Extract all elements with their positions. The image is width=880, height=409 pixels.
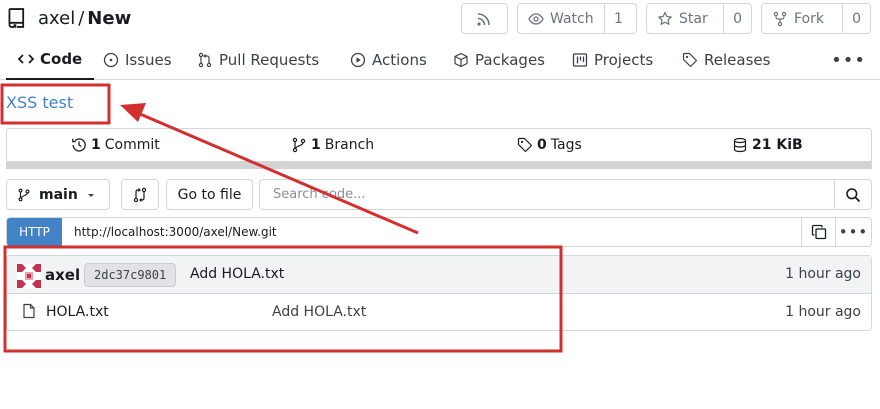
branch-name: main [39,186,78,203]
fork-button[interactable]: Fork [762,4,842,33]
commit-message-link[interactable]: Add HOLA.txt [190,266,284,282]
star-label: Star [679,10,708,27]
tabs-more-icon[interactable]: ••• [831,50,866,71]
repo-size: 21 KiB [752,137,803,153]
copy-icon [811,224,826,240]
fork-button-group: Fork 0 [761,3,871,34]
fork-label: Fork [794,10,824,27]
tab-packages-label: Packages [475,51,545,69]
history-icon [72,138,86,152]
fork-icon [773,11,787,26]
branch-dropdown[interactable]: main [6,179,110,210]
watch-button[interactable]: Watch [518,4,604,33]
tab-releases-label: Releases [704,51,771,69]
copy-button[interactable] [801,218,835,246]
branch-icon [18,188,30,201]
tab-pull-requests[interactable]: Pull Requests [197,40,319,80]
commit-sha-badge[interactable]: 2dc37c9801 [84,263,177,287]
repo-tabs: Code Issues Pull Requests Actions Packag… [0,40,880,80]
search-button[interactable] [834,180,871,209]
repo-owner-link[interactable]: axel [38,8,75,29]
repo-description[interactable]: XSS test [6,93,73,112]
eye-icon [528,12,544,25]
star-button-group: Star 0 [646,3,752,34]
tab-code-label: Code [40,50,83,68]
tab-packages[interactable]: Packages [453,40,545,80]
pull-request-icon [198,52,212,68]
clone-url-field[interactable]: http://localhost:3000/axel/New.git [62,225,801,239]
branches-label: Branch [324,137,375,153]
star-count[interactable]: 0 [723,4,751,33]
compare-icon [133,187,147,202]
star-button[interactable]: Star [647,4,723,33]
file-list: axel 2dc37c9801 Add HOLA.txt 1 hour ago … [6,255,872,331]
watch-button-group: Watch 1 [517,3,637,34]
file-name-link[interactable]: HOLA.txt [46,304,109,320]
project-icon [572,53,588,67]
tab-code[interactable]: Code [6,40,95,80]
latest-commit-row: axel 2dc37c9801 Add HOLA.txt 1 hour ago [7,256,871,294]
repo-icon [8,8,25,29]
package-icon [454,52,468,68]
tab-actions-label: Actions [372,51,427,69]
commits-label: Commit [104,137,160,153]
play-icon [350,52,366,68]
commits-stat[interactable]: 1 Commit [71,129,160,161]
commits-count: 1 [91,137,101,153]
database-icon [733,137,747,153]
table-row: HOLA.txt Add HOLA.txt 1 hour ago [7,294,871,330]
star-icon [658,11,672,25]
repo-name-link[interactable]: New [87,8,131,29]
branch-icon [292,137,306,153]
file-icon [23,303,35,319]
repo-stats: 1 Commit 1 Branch 0 Tags 21 KiB [6,128,872,169]
rss-button[interactable] [461,3,508,34]
tab-projects-label: Projects [594,51,654,69]
fork-count[interactable]: 0 [842,4,870,33]
code-search-input[interactable] [260,180,834,209]
rss-icon [477,12,490,26]
watch-label: Watch [550,10,594,27]
avatar[interactable] [17,264,41,288]
tags-label: Tags [550,137,582,153]
file-toolbar: main Go to file [6,179,872,210]
tab-actions[interactable]: Actions [350,40,427,80]
commit-author-link[interactable]: axel [45,266,80,284]
file-commit-time: 1 hour ago [785,304,861,320]
tab-issues-label: Issues [125,51,172,69]
tag-icon [682,52,698,68]
repo-title: axel / New [38,8,131,29]
tab-pull-requests-label: Pull Requests [219,51,320,69]
chevron-down-icon [87,193,94,197]
watch-count[interactable]: 1 [604,4,632,33]
size-stat: 21 KiB [732,129,807,161]
commit-time: 1 hour ago [785,266,861,282]
repo-title-separator: / [78,8,85,29]
tags-stat[interactable]: 0 Tags [517,129,582,161]
search-icon [846,187,861,202]
clone-panel: HTTP http://localhost:3000/axel/New.git … [6,217,872,247]
compare-button[interactable] [121,179,159,210]
tag-icon [517,137,533,153]
issue-icon [103,52,119,68]
repo-header: axel / New Watch 1 Star 0 Fork 0 [0,0,880,40]
tab-projects[interactable]: Projects [572,40,653,80]
go-to-file-button[interactable]: Go to file [166,179,253,210]
branches-stat[interactable]: 1 Branch [291,129,374,161]
clone-more-icon[interactable]: ••• [835,218,871,246]
clone-protocol-button[interactable]: HTTP [7,218,62,246]
tab-issues[interactable]: Issues [103,40,172,80]
tab-releases[interactable]: Releases [682,40,770,80]
annotation-arrow-head [120,103,146,122]
tags-count: 0 [537,137,547,153]
branches-count: 1 [311,137,321,153]
code-search [259,179,872,210]
code-icon [18,54,34,64]
file-commit-message-link[interactable]: Add HOLA.txt [272,304,366,320]
